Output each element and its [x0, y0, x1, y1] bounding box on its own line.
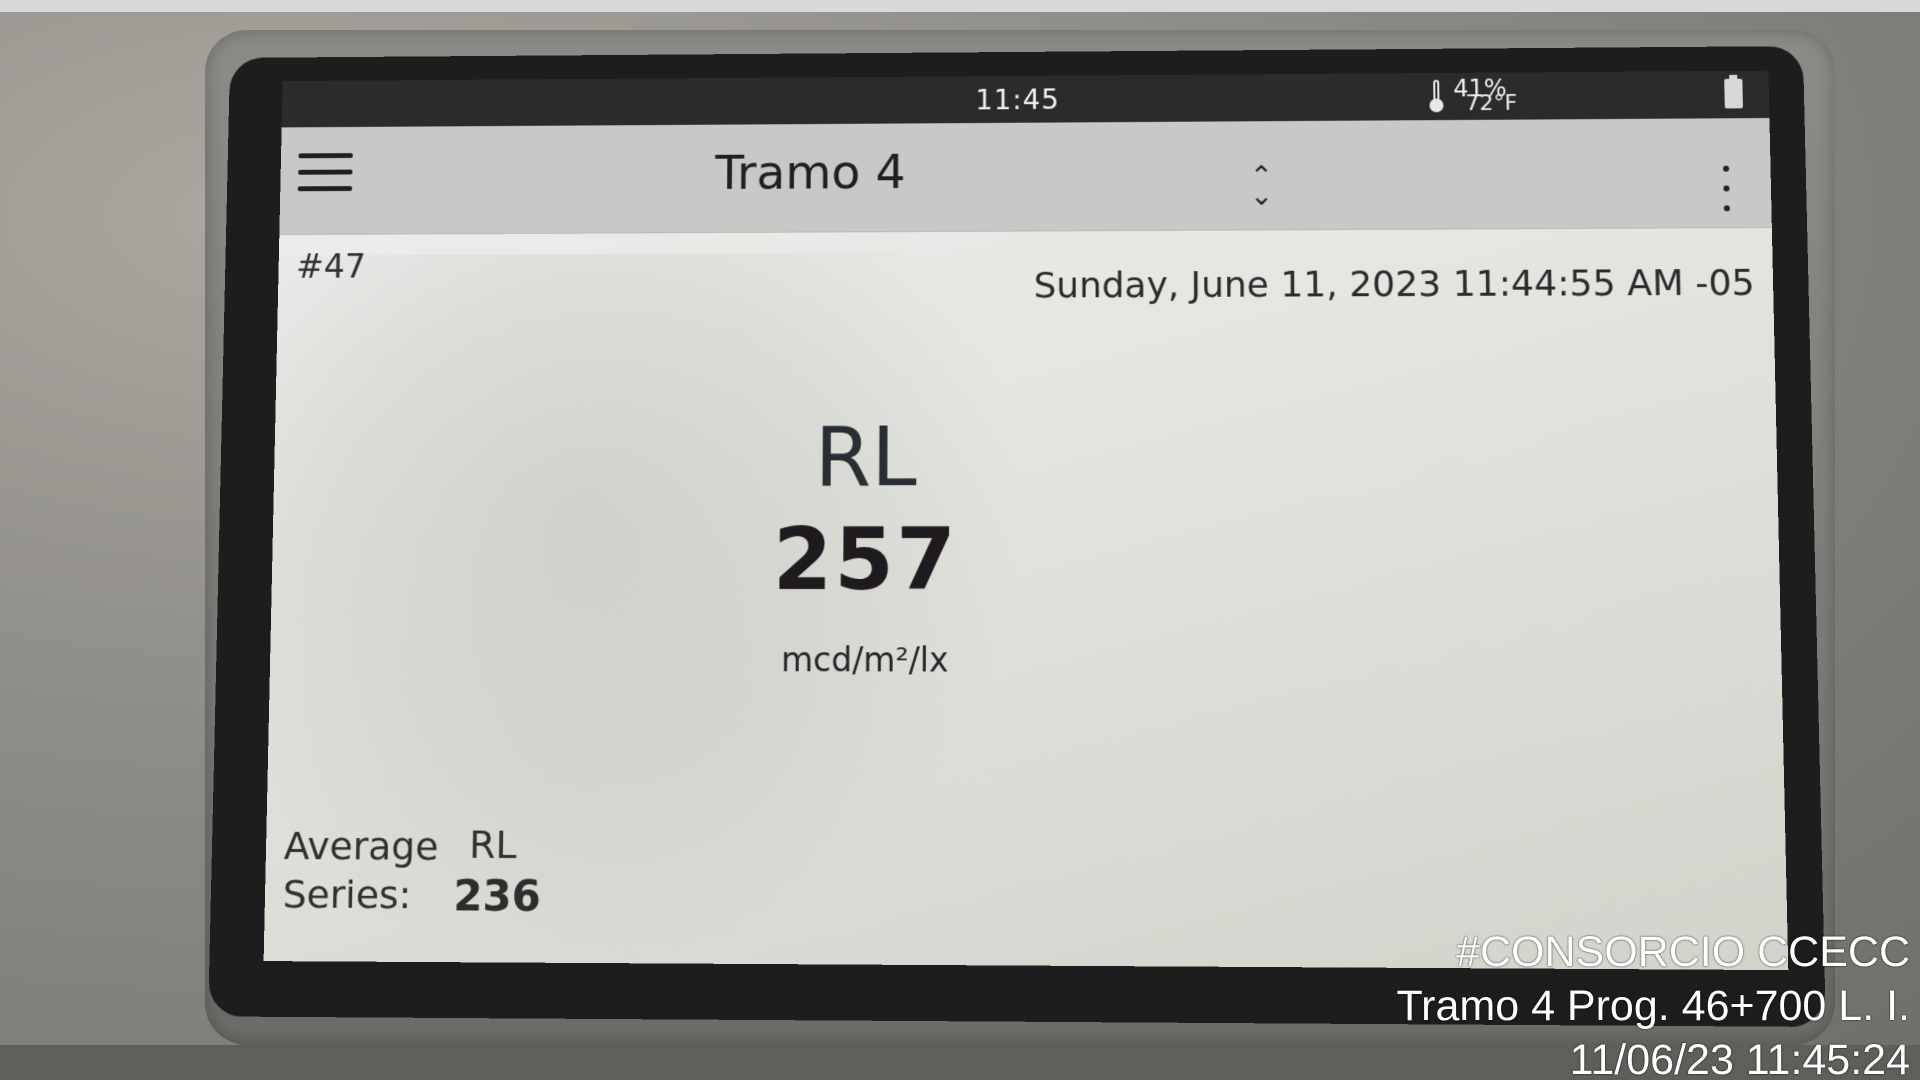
record-number: #47	[295, 247, 367, 287]
overflow-menu-button[interactable]	[1718, 165, 1735, 220]
average-series-metric: RL	[468, 822, 517, 868]
sort-button[interactable]: ⌃ ⌄	[1243, 159, 1279, 213]
temperature-value: 72°F	[1465, 91, 1518, 117]
battery-icon	[1724, 78, 1743, 109]
thermometer-icon	[1427, 79, 1445, 113]
thermometer-bulb	[1429, 98, 1444, 113]
measurement-label: RL	[814, 410, 917, 506]
overflow-dot-top	[1722, 165, 1730, 172]
page-title: Tramo 4	[715, 144, 906, 201]
environment-status: 41% 72°F	[1427, 74, 1548, 117]
average-series-value: 236	[453, 870, 542, 922]
overflow-dot-bottom	[1723, 205, 1730, 212]
measurement-timestamp: Sunday, June 11, 2023 11:44:55 AM -05	[1033, 262, 1756, 307]
photo-top-edge	[0, 0, 1920, 12]
average-series-label: Average Series:	[282, 822, 438, 920]
device-photo: 11:45 41% 72°F Tramo 4 ⌃ ⌄ #47 Sunday, J…	[0, 0, 1920, 1080]
measurement-value: 257	[772, 510, 958, 611]
photo-overlay-line-1: #CONSORCIO CCECC	[1456, 928, 1910, 976]
sort-updown-icon: ⌃ ⌄	[1249, 159, 1274, 212]
average-label-line-2: Series:	[282, 872, 412, 918]
overflow-dot-middle	[1723, 185, 1730, 192]
measurement-unit: mcd/m²/lx	[780, 640, 949, 680]
device-screen: 11:45 41% 72°F Tramo 4 ⌃ ⌄ #47 Sunday, J…	[263, 70, 1789, 971]
app-bar: Tramo 4 ⌃ ⌄	[279, 118, 1772, 236]
photo-overlay-line-3: 11/06/23 11:45:24	[1569, 1036, 1910, 1080]
average-label-line-1: Average	[283, 823, 439, 869]
photo-overlay-line-2: Tramo 4 Prog. 46+700 L. I.	[1396, 982, 1910, 1030]
